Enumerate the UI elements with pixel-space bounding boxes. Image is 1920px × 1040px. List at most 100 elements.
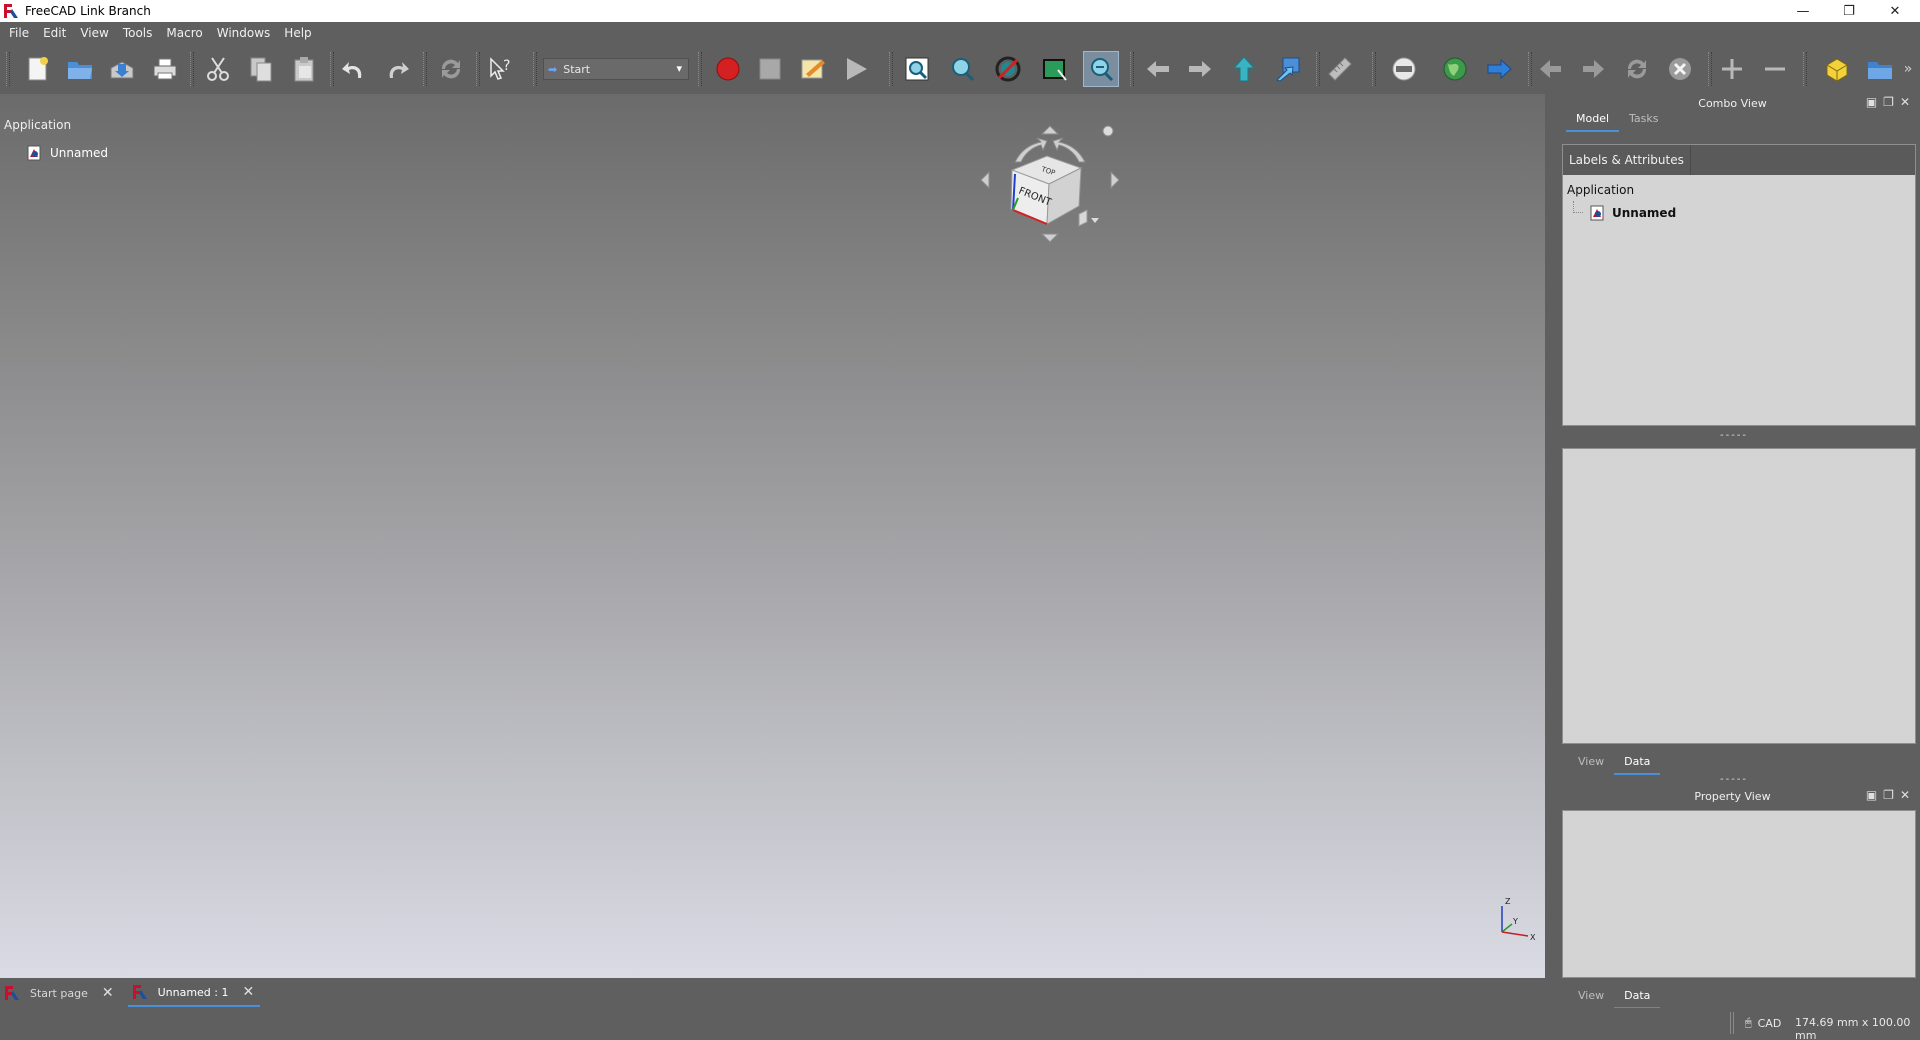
menu-view[interactable]: View <box>73 22 115 44</box>
web-open-button[interactable] <box>1481 51 1517 87</box>
zoom-in-button[interactable] <box>1714 51 1750 87</box>
tab-view[interactable]: View <box>1568 985 1614 1009</box>
chevron-down-icon[interactable] <box>1091 218 1099 223</box>
macro-record-button[interactable] <box>710 51 746 87</box>
navigation-cube[interactable]: TOP FRONT <box>975 114 1125 254</box>
arrow-down-icon[interactable] <box>1040 233 1060 243</box>
measure-button[interactable] <box>1322 51 1358 87</box>
3d-viewport[interactable]: TOP FRONT Z Y X <box>0 94 1545 978</box>
menu-macro[interactable]: Macro <box>159 22 209 44</box>
home-icon <box>1392 57 1416 81</box>
restore-button[interactable]: ❐ <box>1826 0 1872 22</box>
refresh-button[interactable] <box>433 51 469 87</box>
workbench-selector[interactable]: ➡ Start ▾ <box>543 58 689 80</box>
web-home-button[interactable] <box>1386 51 1422 87</box>
copy-icon <box>250 57 272 82</box>
menu-windows[interactable]: Windows <box>210 22 278 44</box>
link-button[interactable] <box>1270 51 1306 87</box>
toolbar-overflow-button[interactable]: » <box>1898 51 1918 87</box>
tab-data[interactable]: Data <box>1614 751 1661 775</box>
toolbar-handle[interactable] <box>6 52 10 86</box>
arrow-left-icon[interactable] <box>980 170 990 190</box>
draw-style-button[interactable] <box>990 51 1026 87</box>
close-icon[interactable]: ✕ <box>1900 95 1916 109</box>
axis-x-label: X <box>1530 933 1536 942</box>
menu-edit[interactable]: Edit <box>36 22 73 44</box>
create-group-button[interactable] <box>1862 51 1898 87</box>
minimize-button[interactable]: — <box>1780 0 1826 22</box>
tree-header-label[interactable]: Labels & Attributes <box>1563 145 1691 175</box>
restore-icon[interactable]: ❐ <box>1883 95 1900 109</box>
close-icon[interactable]: ✕ <box>102 985 114 1001</box>
doc-tab-start-page[interactable]: Start page ✕ <box>0 979 120 1007</box>
macro-edit-button[interactable] <box>795 51 831 87</box>
property-panel-upper <box>1562 448 1916 744</box>
view-menu-icon[interactable] <box>1102 125 1114 137</box>
cut-button[interactable] <box>200 51 236 87</box>
window-title: FreeCAD Link Branch <box>25 4 151 18</box>
overlay-tree: Application Unnamed <box>0 94 110 214</box>
navigation-style-indicator[interactable]: 🖱 CAD <box>1745 1016 1781 1030</box>
arrow-right-icon[interactable] <box>1110 170 1120 190</box>
toolbar-separator <box>1708 52 1712 86</box>
tree-item-unnamed[interactable]: Unnamed <box>26 145 108 161</box>
float-icon[interactable]: ▣ <box>1866 95 1883 109</box>
new-document-button[interactable] <box>19 51 55 87</box>
folder-icon <box>1868 62 1892 79</box>
doc-tab-unnamed[interactable]: Unnamed : 1 ✕ <box>127 979 261 1007</box>
refresh-icon <box>441 59 461 79</box>
view-dimensions: 174.69 mm x 100.00 mm <box>1795 1016 1911 1040</box>
close-window-button[interactable]: ✕ <box>1872 0 1918 22</box>
doc-tab-label: Unnamed : 1 <box>157 985 229 999</box>
float-icon[interactable]: ▣ <box>1866 788 1883 802</box>
tab-data[interactable]: Data <box>1614 985 1661 1009</box>
undo-icon <box>342 62 362 78</box>
draw-style-icon <box>995 56 1021 82</box>
redo-button[interactable] <box>379 51 415 87</box>
web-globe-button[interactable] <box>1437 51 1473 87</box>
whats-this-button[interactable]: ? <box>483 51 519 87</box>
create-part-button[interactable] <box>1819 51 1855 87</box>
menu-file[interactable]: File <box>2 22 36 44</box>
box-zoom-button[interactable] <box>1083 51 1119 87</box>
web-back-button[interactable] <box>1533 51 1569 87</box>
paste-button[interactable] <box>286 51 322 87</box>
web-refresh-button[interactable] <box>1619 51 1655 87</box>
back-button[interactable] <box>1140 51 1176 87</box>
close-icon[interactable]: ✕ <box>242 984 254 1000</box>
macro-stop-button[interactable] <box>752 51 788 87</box>
tab-tasks[interactable]: Tasks <box>1619 108 1668 132</box>
tab-model[interactable]: Model <box>1566 108 1620 132</box>
close-icon[interactable]: ✕ <box>1900 788 1916 802</box>
rotate-right-icon[interactable] <box>1052 137 1086 163</box>
menu-help[interactable]: Help <box>277 22 318 44</box>
tree-root-label: Application <box>4 118 72 132</box>
fit-selection-button[interactable] <box>944 51 980 87</box>
splitter-handle[interactable]: ----- <box>1720 774 1748 785</box>
tab-view[interactable]: View <box>1568 751 1614 775</box>
splitter-handle[interactable]: ----- <box>1720 430 1748 441</box>
menu-tools[interactable]: Tools <box>116 22 160 44</box>
arrow-up-icon[interactable] <box>1040 125 1060 135</box>
zoom-out-button[interactable] <box>1757 51 1793 87</box>
property-view-panel <box>1562 810 1916 978</box>
mini-cube-icon[interactable] <box>1078 209 1088 227</box>
undo-button[interactable] <box>336 51 372 87</box>
globe-icon <box>1443 57 1467 81</box>
copy-button[interactable] <box>243 51 279 87</box>
up-button[interactable] <box>1226 51 1262 87</box>
web-stop-button[interactable] <box>1662 51 1698 87</box>
bounding-box-button[interactable] <box>1037 51 1073 87</box>
combo-view-tabs: Model Tasks <box>1566 108 1669 132</box>
whats-this-icon: ? <box>490 57 510 80</box>
macro-execute-button[interactable] <box>838 51 874 87</box>
fit-all-button[interactable] <box>899 51 935 87</box>
web-next-button[interactable] <box>1575 51 1611 87</box>
print-button[interactable] <box>147 51 183 87</box>
restore-icon[interactable]: ❐ <box>1883 788 1900 802</box>
freecad-logo-icon <box>132 985 147 999</box>
combo-tree-item-unnamed[interactable]: Unnamed <box>1589 205 1676 221</box>
save-button[interactable] <box>104 51 140 87</box>
forward-button[interactable] <box>1182 51 1218 87</box>
open-button[interactable] <box>62 51 98 87</box>
